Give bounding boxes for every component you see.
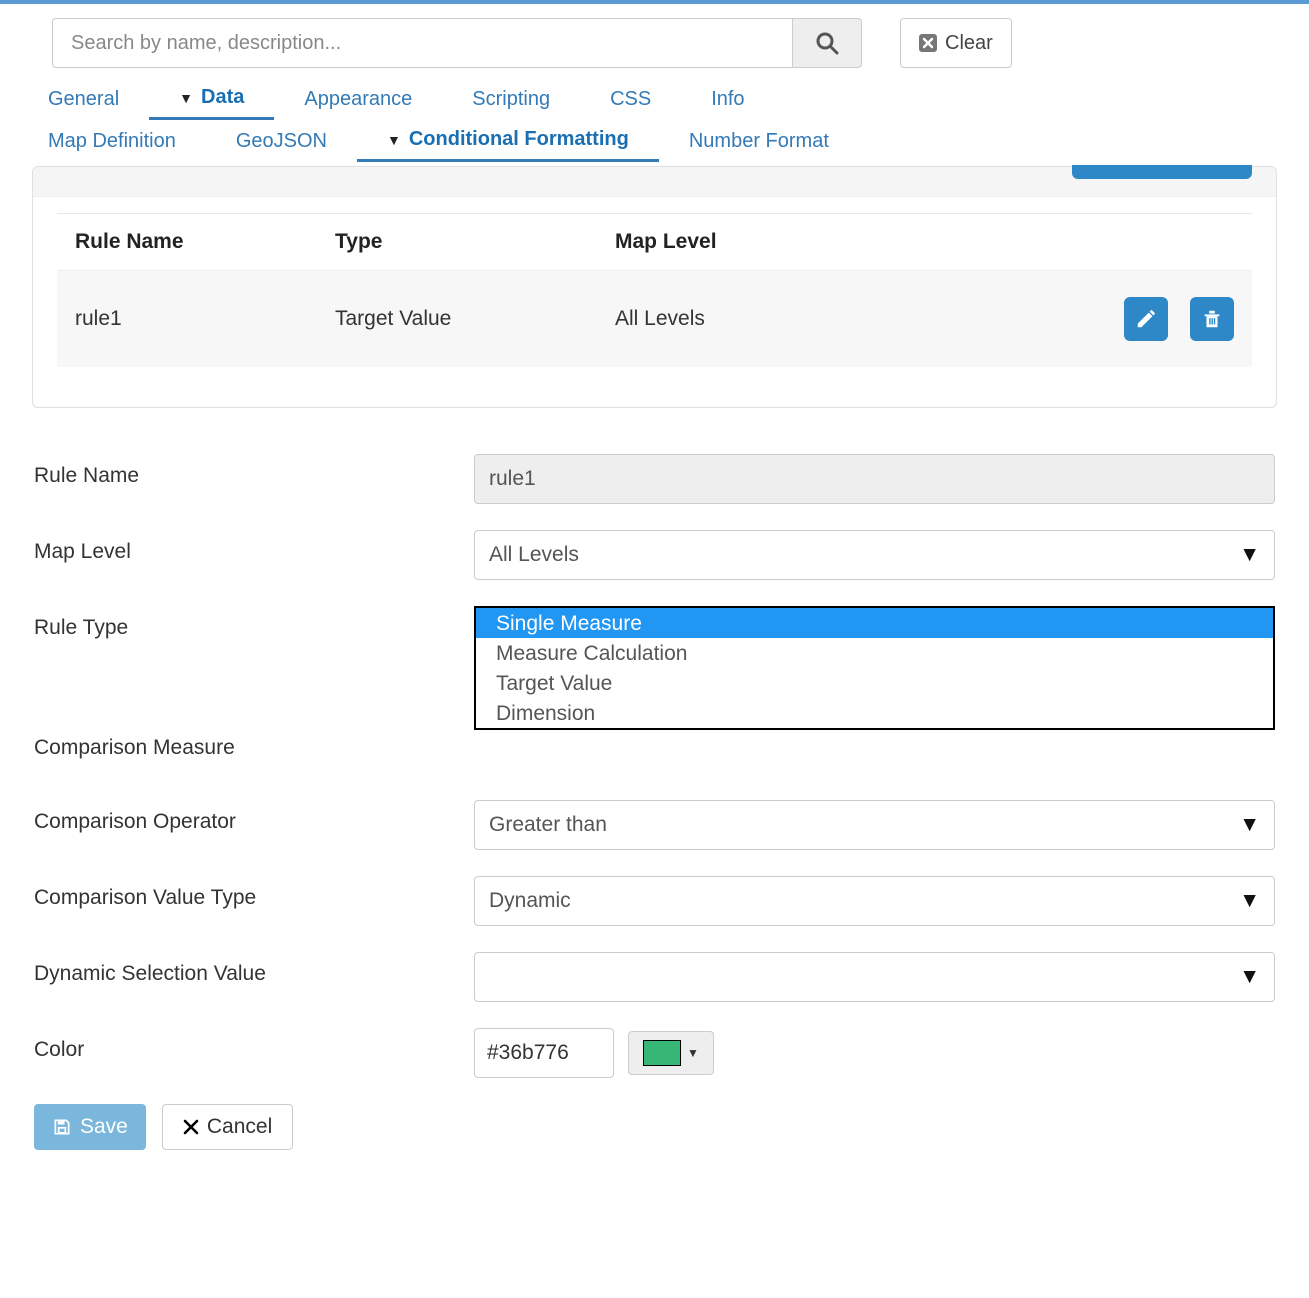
search-icon <box>815 31 839 55</box>
tab-conditional-formatting[interactable]: ▼ Conditional Formatting <box>357 122 659 162</box>
color-hex-input[interactable] <box>474 1028 614 1078</box>
search-wrap <box>52 18 862 68</box>
tab-label: Map Definition <box>48 130 176 153</box>
rule-name-input[interactable] <box>474 454 1275 504</box>
tab-label: Info <box>711 88 744 111</box>
col-header-type: Type <box>335 230 615 254</box>
option-target-value[interactable]: Target Value <box>476 668 1273 698</box>
pencil-icon <box>1135 308 1157 330</box>
tab-label: GeoJSON <box>236 130 327 153</box>
col-header-level: Map Level <box>615 230 1094 254</box>
chevron-down-icon: ▼ <box>179 90 193 106</box>
option-measure-calculation[interactable]: Measure Calculation <box>476 638 1273 668</box>
primary-tabs: General ▼ Data Appearance Scripting CSS I… <box>0 78 1309 120</box>
tab-label: Data <box>201 86 244 109</box>
tab-info[interactable]: Info <box>681 80 774 120</box>
chevron-down-icon: ▼ <box>387 132 401 148</box>
tab-label: General <box>48 88 119 111</box>
tab-appearance[interactable]: Appearance <box>274 80 442 120</box>
search-input[interactable] <box>52 18 792 68</box>
tab-data[interactable]: ▼ Data <box>149 80 274 120</box>
map-level-select[interactable]: All Levels ▼ <box>474 530 1275 580</box>
label-comparison-measure: Comparison Measure <box>34 726 474 760</box>
cancel-button[interactable]: Cancel <box>162 1104 293 1150</box>
select-value: Dynamic <box>489 889 571 913</box>
select-value: Greater than <box>489 813 607 837</box>
tab-label: Appearance <box>304 88 412 111</box>
add-rule-button-partial[interactable] <box>1072 165 1252 179</box>
chevron-down-icon: ▼ <box>1239 543 1260 567</box>
clear-button[interactable]: Clear <box>900 18 1012 68</box>
tab-geojson[interactable]: GeoJSON <box>206 122 357 162</box>
form-buttons: Save Cancel <box>34 1104 1275 1150</box>
chevron-down-icon: ▼ <box>1239 889 1260 913</box>
label-map-level: Map Level <box>34 530 474 564</box>
color-swatch <box>643 1040 681 1066</box>
label-color: Color <box>34 1028 474 1062</box>
tab-label: Number Format <box>689 130 829 153</box>
table-header-row: Rule Name Type Map Level <box>57 214 1252 270</box>
tab-number-format[interactable]: Number Format <box>659 122 859 162</box>
tab-general[interactable]: General <box>18 80 149 120</box>
rule-form: Rule Name Map Level All Levels ▼ Rule Ty… <box>32 454 1277 1150</box>
search-button[interactable] <box>792 18 862 68</box>
comparison-value-type-select[interactable]: Dynamic ▼ <box>474 876 1275 926</box>
cancel-label: Cancel <box>207 1115 272 1139</box>
tab-scripting[interactable]: Scripting <box>442 80 580 120</box>
select-value: All Levels <box>489 543 579 567</box>
label-comparison-value-type: Comparison Value Type <box>34 876 474 910</box>
panel-area: Rule Name Type Map Level rule1 Target Va… <box>0 166 1309 1230</box>
close-icon <box>183 1119 199 1135</box>
floppy-icon <box>52 1117 72 1137</box>
clear-label: Clear <box>945 32 993 55</box>
save-label: Save <box>80 1115 128 1139</box>
tab-css[interactable]: CSS <box>580 80 681 120</box>
caret-down-icon: ▼ <box>687 1046 699 1060</box>
cell-rule-type: Target Value <box>335 307 615 331</box>
header-row: Clear <box>0 4 1309 78</box>
cell-rule-level: All Levels <box>615 307 1094 331</box>
chevron-down-icon: ▼ <box>1239 965 1260 989</box>
table-row: rule1 Target Value All Levels <box>57 270 1252 367</box>
close-square-icon <box>919 34 937 52</box>
comparison-operator-select[interactable]: Greater than ▼ <box>474 800 1275 850</box>
tab-label: Conditional Formatting <box>409 128 629 151</box>
rules-panel: Rule Name Type Map Level rule1 Target Va… <box>32 166 1277 408</box>
secondary-tabs: Map Definition GeoJSON ▼ Conditional Form… <box>0 120 1309 162</box>
option-single-measure[interactable]: Single Measure <box>476 608 1273 638</box>
panel-top-strip <box>33 167 1276 197</box>
label-dynamic-selection-value: Dynamic Selection Value <box>34 952 474 986</box>
label-rule-type: Rule Type <box>34 606 474 640</box>
chevron-down-icon: ▼ <box>1239 813 1260 837</box>
rules-table: Rule Name Type Map Level rule1 Target Va… <box>57 213 1252 367</box>
tab-map-definition[interactable]: Map Definition <box>18 122 206 162</box>
edit-rule-button[interactable] <box>1124 297 1168 341</box>
cell-rule-name: rule1 <box>75 307 335 331</box>
trash-icon <box>1201 308 1223 330</box>
label-comparison-operator: Comparison Operator <box>34 800 474 834</box>
tab-label: CSS <box>610 88 651 111</box>
label-rule-name: Rule Name <box>34 454 474 488</box>
tab-label: Scripting <box>472 88 550 111</box>
dynamic-selection-value-select[interactable]: ▼ <box>474 952 1275 1002</box>
delete-rule-button[interactable] <box>1190 297 1234 341</box>
rule-type-dropdown[interactable]: Single Measure Measure Calculation Targe… <box>474 606 1275 730</box>
option-dimension[interactable]: Dimension <box>476 698 1273 728</box>
save-button[interactable]: Save <box>34 1104 146 1150</box>
col-header-name: Rule Name <box>75 230 335 254</box>
color-picker-button[interactable]: ▼ <box>628 1031 714 1075</box>
